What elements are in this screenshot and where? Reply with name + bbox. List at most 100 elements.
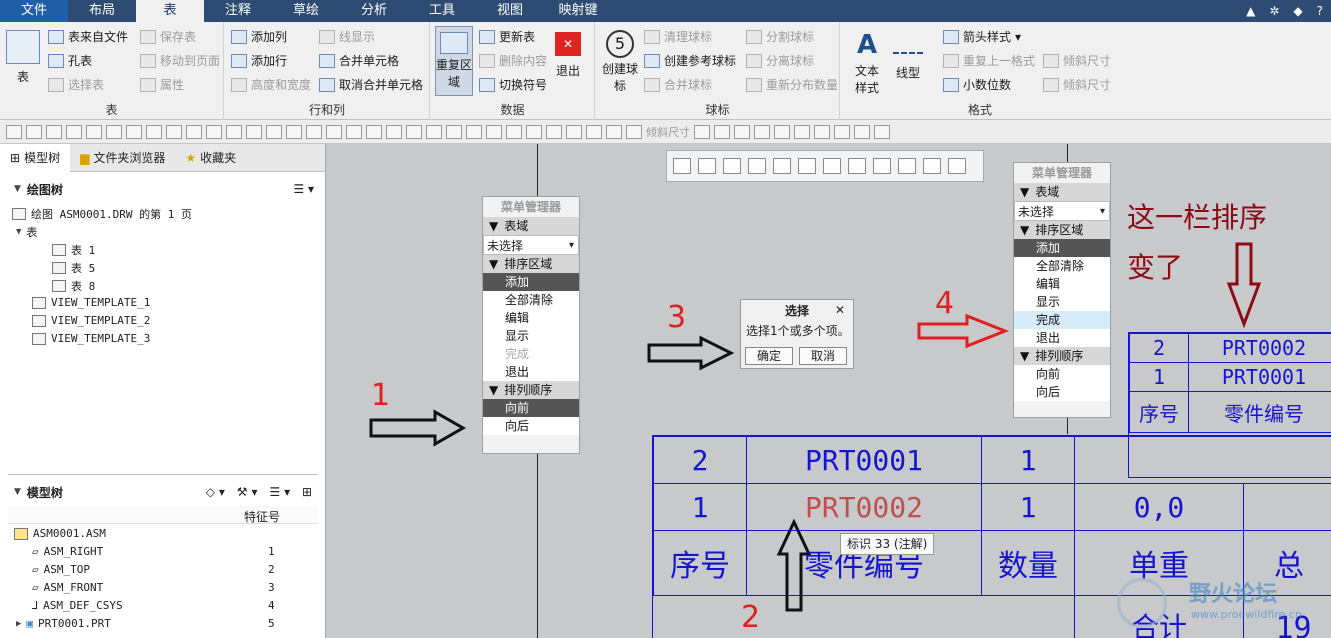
shade-icon[interactable] [426, 124, 442, 139]
layer-icon[interactable] [406, 124, 422, 139]
table-cell[interactable] [1074, 436, 1331, 484]
table-cell[interactable]: 2 [1129, 333, 1189, 363]
save-table-button[interactable]: 保存表 [140, 28, 196, 45]
view-template-1-node[interactable]: VIEW_TEMPLATE_1 [32, 296, 150, 309]
model-tree-tools-icon[interactable]: ◇▾ ⚒▾ ☰▾ ⊞ [206, 485, 316, 499]
new-icon[interactable] [6, 124, 22, 139]
tools-icon[interactable] [206, 124, 222, 139]
undo-icon[interactable] [754, 124, 770, 139]
group-label-table[interactable]: 表 [0, 101, 223, 118]
cube-selected-icon[interactable] [606, 124, 622, 139]
help-icon[interactable]: ? [1317, 4, 1323, 18]
appearance-icon[interactable] [734, 124, 750, 139]
table-header-cell[interactable]: 序号 [653, 530, 747, 596]
model-node-prt0001[interactable]: ▶ ▣ PRT0001.PRT 5 [16, 617, 282, 630]
drawing-tree-header[interactable]: ▼ 绘图树 ☰ ▾ [0, 178, 326, 200]
cube-outline-icon[interactable] [586, 124, 602, 139]
decimal-places-button[interactable]: 小数位数 [943, 76, 1011, 93]
expand-icon[interactable]: ▶ [16, 619, 21, 629]
properties-button[interactable]: 属性 [140, 76, 184, 93]
table-header-cell[interactable]: 零件编号 [1188, 391, 1331, 433]
table-cell[interactable]: 2 [653, 436, 747, 484]
move-to-sheet-button[interactable]: 移动到页面 [140, 52, 220, 69]
table-5-node[interactable]: 表 5 [52, 260, 95, 276]
circle-icon[interactable] [106, 124, 122, 139]
model-node-root[interactable]: ASM0001.ASM [14, 527, 106, 540]
model-node-asm-csys[interactable]: ⅃ ASM_DEF_CSYS 4 [32, 599, 282, 612]
annotation-icon[interactable] [366, 124, 382, 139]
close-window-icon[interactable] [834, 124, 850, 139]
repeat-region-button[interactable]: 重复区域 [435, 26, 473, 96]
symbol-icon[interactable] [386, 124, 402, 139]
model-icon[interactable] [226, 124, 242, 139]
delete-icon[interactable] [66, 124, 82, 139]
panel-divider[interactable] [8, 474, 318, 475]
tab-analysis[interactable]: 分析 [340, 0, 408, 22]
dimension-icon[interactable] [626, 124, 642, 139]
regenerate-icon[interactable] [814, 124, 830, 139]
table-cell-highlighted[interactable]: PRT0002 [746, 483, 982, 531]
hidden-line-icon[interactable] [446, 124, 462, 139]
plane-icon[interactable] [266, 124, 282, 139]
tab-favorites[interactable]: ★ 收藏夹 [175, 144, 246, 172]
model-node-asm-front[interactable]: ▱ ASM_FRONT 3 [32, 581, 282, 594]
sphere-icon[interactable] [86, 124, 102, 139]
datum-icon[interactable] [246, 124, 262, 139]
collapse-ribbon-icon[interactable]: ▲ [1246, 4, 1255, 18]
split-balloons-button[interactable]: 分割球标 [746, 28, 814, 45]
tables-node[interactable]: ▼ 表 [16, 224, 37, 240]
skew-dimension-button-1[interactable]: 倾斜尺寸 [1043, 52, 1111, 69]
group-label-format[interactable]: 格式 [841, 101, 1119, 118]
merge-balloons-button[interactable]: 合并球标 [644, 76, 712, 93]
model-node-asm-top[interactable]: ▱ ASM_TOP 2 [32, 563, 282, 576]
table-cell[interactable]: 1 [653, 483, 747, 531]
skew-dimension-toolbar-label[interactable]: 倾斜尺寸 [646, 124, 690, 140]
group-label-balloon[interactable]: 球标 [596, 101, 839, 118]
sketch-icon[interactable] [306, 124, 322, 139]
settings-icon[interactable]: ✲ [1269, 4, 1279, 18]
table-cell[interactable]: 1 [981, 436, 1075, 484]
exit-button[interactable]: ✕ 退出 [555, 32, 581, 79]
tab-mapkeys[interactable]: 映射键 [544, 0, 612, 22]
table-cell[interactable]: PRT0001 [746, 436, 982, 484]
select-box-icon[interactable] [794, 124, 810, 139]
hole-table-button[interactable]: 孔表 [48, 52, 92, 69]
table-cell[interactable]: PRT0001 [1188, 362, 1331, 392]
table-from-file-button[interactable]: 表来自文件 [48, 28, 128, 45]
add-row-button[interactable]: 添加行 [231, 52, 287, 69]
tab-model-tree[interactable]: ⊞ 模型树 [0, 143, 71, 172]
table-cell[interactable]: 1 [981, 483, 1075, 531]
table-cell[interactable]: PRT0002 [1188, 333, 1331, 363]
merge-cells-button[interactable]: 合并单元格 [319, 52, 399, 69]
table-cell[interactable]: 0,0 [1074, 483, 1244, 531]
table-cell[interactable]: 1 [1129, 362, 1189, 392]
grid-icon[interactable] [326, 124, 342, 139]
create-ref-balloon-button[interactable]: 创建参考球标 [644, 52, 736, 69]
pan-icon[interactable] [694, 124, 710, 139]
view-template-2-node[interactable]: VIEW_TEMPLATE_2 [32, 314, 150, 327]
folder-icon[interactable] [146, 124, 162, 139]
filter-icon[interactable] [874, 124, 890, 139]
skew-dimension-button-2[interactable]: 倾斜尺寸 [1043, 76, 1111, 93]
add-column-button[interactable]: 添加列 [231, 28, 287, 45]
wireframe-icon[interactable] [466, 124, 482, 139]
tab-file[interactable]: 文件 [0, 0, 68, 22]
collapse-icon[interactable]: ▼ [14, 487, 21, 497]
tab-annotate[interactable]: 注释 [204, 0, 272, 22]
tab-tools[interactable]: 工具 [408, 0, 476, 22]
model-node-asm-right[interactable]: ▱ ASM_RIGHT 1 [32, 545, 282, 558]
drawing-node[interactable]: 绘图 ASM0001.DRW 的第 1 页 [12, 206, 192, 222]
collapse-icon[interactable]: ▼ [16, 227, 21, 237]
table-header-cell[interactable]: 序号 [1129, 391, 1189, 433]
tab-folder-browser[interactable]: ▆ 文件夹浏览器 [70, 144, 175, 172]
update-tables-button[interactable]: 更新表 [479, 28, 535, 45]
table-header-cell[interactable]: 数量 [981, 530, 1075, 596]
collapse-icon[interactable]: ▼ [14, 184, 21, 194]
redistribute-qty-button[interactable]: 重新分布数量 [746, 76, 838, 93]
create-balloon-button[interactable]: 5 创建球标 [600, 30, 640, 94]
tab-layout[interactable]: 布局 [68, 0, 136, 22]
model-tree-header[interactable]: ▼ 模型树 ◇▾ ⚒▾ ☰▾ ⊞ [0, 481, 326, 503]
line-display-button[interactable]: 线显示 [319, 28, 375, 45]
feature-number-header[interactable]: 特征号 [244, 508, 280, 525]
database-icon[interactable] [46, 124, 62, 139]
